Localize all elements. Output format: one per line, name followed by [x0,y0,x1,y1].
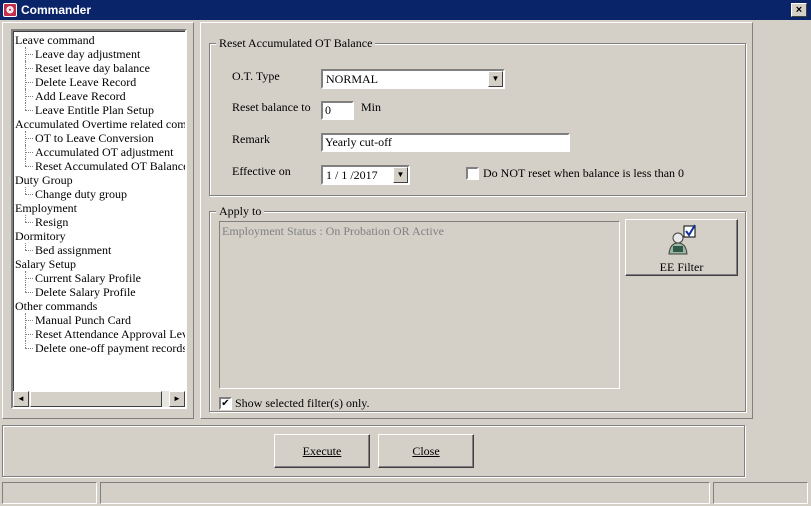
reset-balance-input[interactable]: 0 [321,101,354,120]
tree-command-item[interactable]: Current Salary Profile [15,271,185,285]
status-cell-3 [713,482,808,504]
title-bar: ❂ Commander × [0,0,811,20]
app-icon: ❂ [3,3,17,17]
reset-ot-group-title: Reset Accumulated OT Balance [216,36,376,50]
tree-command-item[interactable]: Leave Entitle Plan Setup [15,103,185,117]
status-cell-1 [2,482,97,504]
tree-command-item[interactable]: Add Leave Record [15,89,185,103]
ot-type-select[interactable]: NORMAL ▼ [321,69,505,89]
remark-label: Remark [232,132,270,146]
status-cell-2 [100,482,710,504]
chevron-down-icon[interactable]: ▼ [488,71,503,87]
action-bar: Execute Close [2,425,745,477]
remark-input[interactable]: Yearly cut-off [321,133,570,152]
tree-command-item[interactable]: Manual Punch Card [15,313,185,327]
tree-command-item[interactable]: Reset Attendance Approval Leve [15,327,185,341]
tree-command-item[interactable]: Delete one-off payment records [15,341,185,355]
no-reset-label: Do NOT reset when balance is less than 0 [483,166,685,180]
scroll-right-icon[interactable]: ► [169,391,185,407]
show-selected-checkbox[interactable]: ✔ [219,397,232,410]
tree-category-item[interactable]: Other commands [15,299,185,313]
ot-type-label: O.T. Type [232,69,280,83]
tree-category-item[interactable]: Duty Group [15,173,185,187]
filter-summary-text: Employment Status : On Probation OR Acti… [222,224,444,238]
scroll-left-icon[interactable]: ◄ [13,391,29,407]
ot-type-value: NORMAL [326,72,379,86]
tree-category-item[interactable]: Leave command [15,33,185,47]
tree-horizontal-scrollbar[interactable]: ◄ ► [13,391,185,407]
tree-command-item[interactable]: Change duty group [15,187,185,201]
close-button[interactable]: Close [378,434,474,468]
execute-button[interactable]: Execute [274,434,370,468]
window-title: Commander [21,3,92,17]
tree-command-item[interactable]: Bed assignment [15,243,185,257]
reset-ot-group: Reset Accumulated OT Balance O.T. Type N… [209,36,746,196]
command-panel: Leave command Leave day adjustment Reset l… [2,22,194,419]
close-label: Close [412,444,440,458]
effective-date-value: 1 / 1 /2017 [326,168,378,182]
tree-command-item[interactable]: Reset leave day balance [15,61,185,75]
tree-command-item[interactable]: Resign [15,215,185,229]
reset-balance-label: Reset balance to [232,100,311,114]
tree-command-item[interactable]: Delete Salary Profile [15,285,185,299]
tree-category-item[interactable]: Salary Setup [15,257,185,271]
tree-category-item[interactable]: Dormitory [15,229,185,243]
no-reset-checkbox[interactable] [466,167,479,180]
effective-on-label: Effective on [232,164,291,178]
tree-category-item[interactable]: Accumulated Overtime related comm [15,117,185,131]
command-detail-panel: Reset Accumulated OT Balance O.T. Type N… [200,22,753,419]
command-tree[interactable]: Leave command Leave day adjustment Reset l… [11,29,187,409]
unit-label: Min [361,100,382,114]
ee-filter-button[interactable]: EE Filter [625,219,738,276]
show-selected-label: Show selected filter(s) only. [235,396,370,410]
ee-filter-label: EE Filter [659,260,704,274]
close-window-button[interactable]: × [791,3,807,17]
tree-command-item[interactable]: Accumulated OT adjustment [15,145,185,159]
apply-to-group-title: Apply to [216,204,265,218]
scroll-thumb[interactable] [30,391,162,407]
calendar-dropdown-icon[interactable]: ▼ [393,167,408,183]
tree-command-item[interactable]: Delete Leave Record [15,75,185,89]
tree-category-item[interactable]: Employment [15,201,185,215]
tree-list: Leave command Leave day adjustment Reset l… [15,33,185,355]
effective-date-picker[interactable]: 1 / 1 /2017 ▼ [321,165,410,185]
status-bar [0,480,811,506]
tree-command-item[interactable]: Reset Accumulated OT Balance [15,159,185,173]
filter-summary-box: Employment Status : On Probation OR Acti… [219,221,620,389]
tree-command-item[interactable]: Leave day adjustment [15,47,185,61]
execute-label: Execute [302,444,342,458]
tree-command-item[interactable]: OT to Leave Conversion [15,131,185,145]
ee-filter-icon [668,224,696,255]
